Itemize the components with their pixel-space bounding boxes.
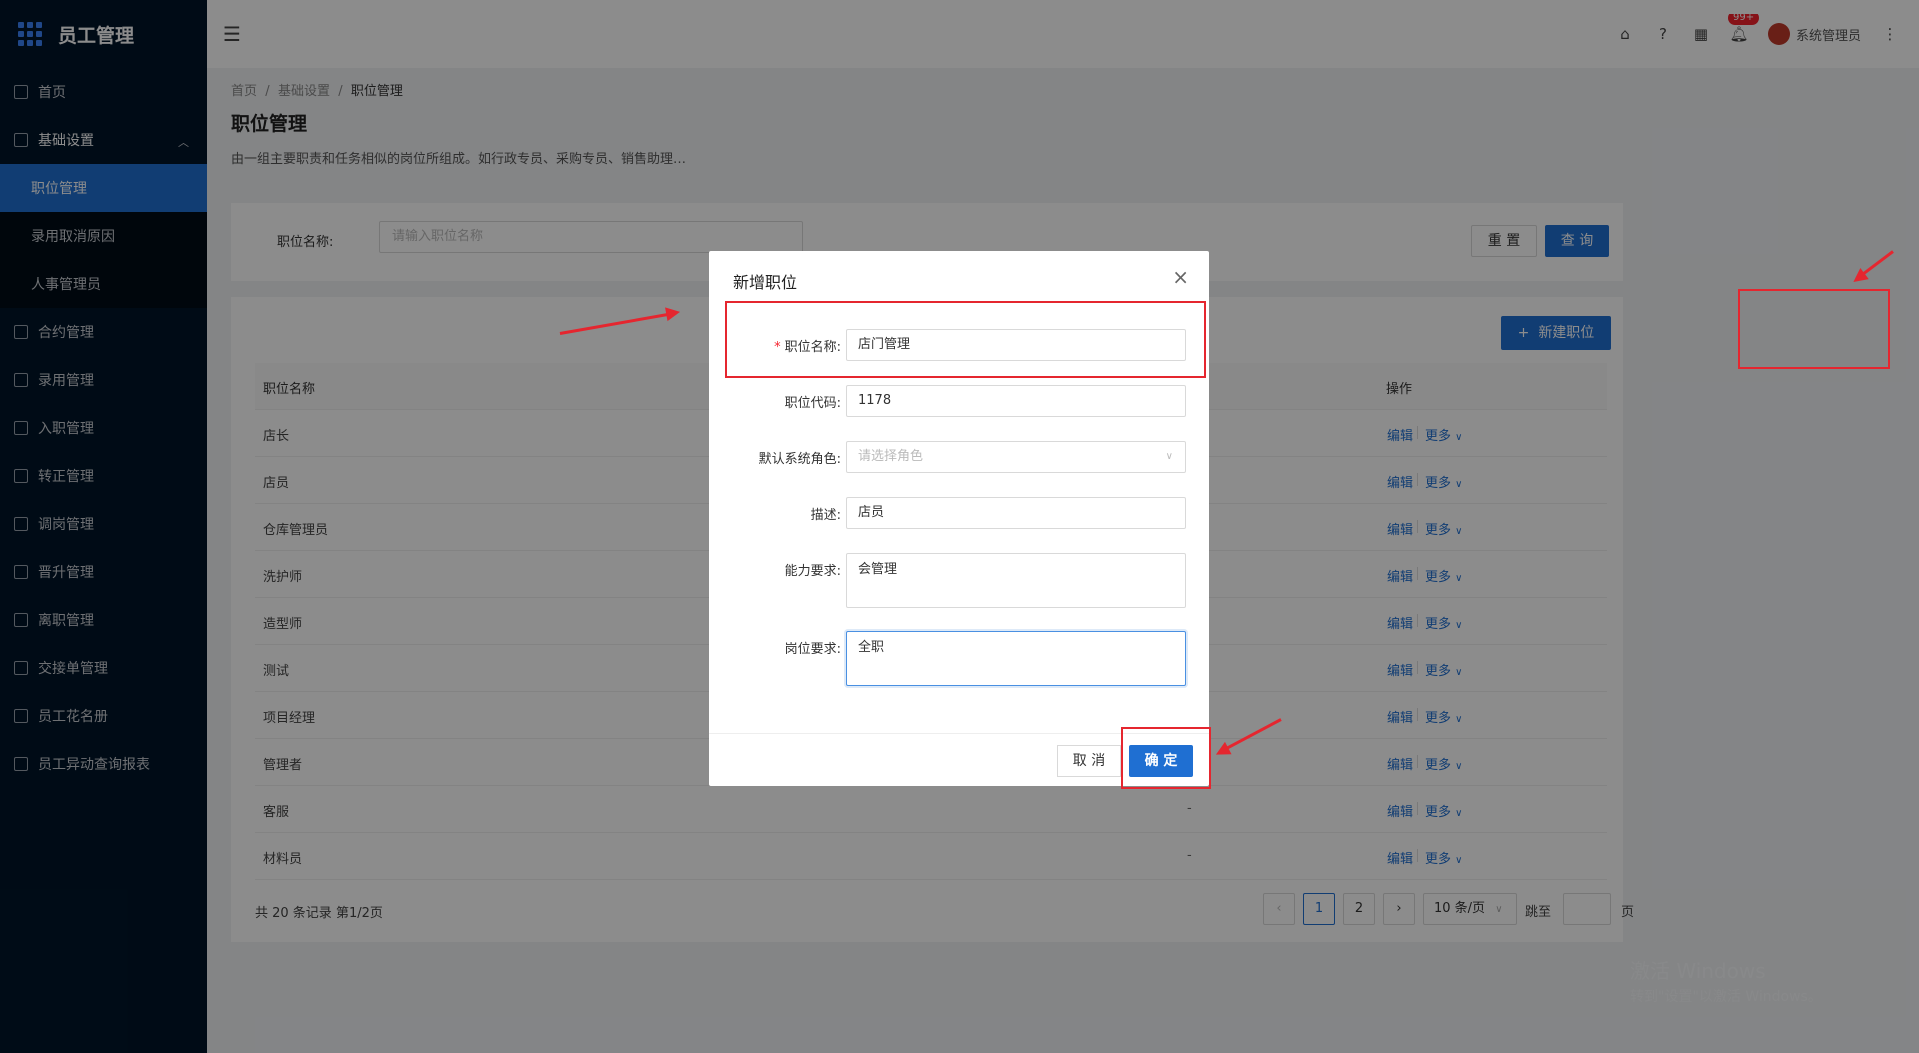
cancel-button[interactable]: 取 消 [1057, 745, 1121, 777]
annotation-box-confirm [1121, 727, 1211, 789]
default-role-select[interactable]: 请选择角色 ∨ [846, 441, 1186, 473]
default-role-label: 默认系统角色: [758, 452, 841, 467]
default-role-placeholder: 请选择角色 [858, 449, 924, 464]
chevron-down-icon: ∨ [1165, 451, 1173, 462]
position-code-label: 职位代码: [784, 396, 841, 411]
modal-title: 新增职位 [733, 273, 798, 292]
post-requirement-label: 岗位要求: [784, 642, 841, 657]
ability-requirement-label: 能力要求: [784, 564, 841, 579]
annotation-box-new-button [1738, 289, 1890, 369]
position-code-field[interactable]: 1178 [846, 385, 1186, 417]
annotation-box-name-field [725, 301, 1206, 378]
description-label: 描述: [810, 508, 841, 523]
close-icon[interactable]: × [1172, 265, 1189, 289]
description-field[interactable]: 店员 [846, 497, 1186, 529]
ability-requirement-textarea[interactable]: 会管理 [846, 553, 1186, 608]
post-requirement-textarea[interactable]: 全职 [846, 631, 1186, 686]
